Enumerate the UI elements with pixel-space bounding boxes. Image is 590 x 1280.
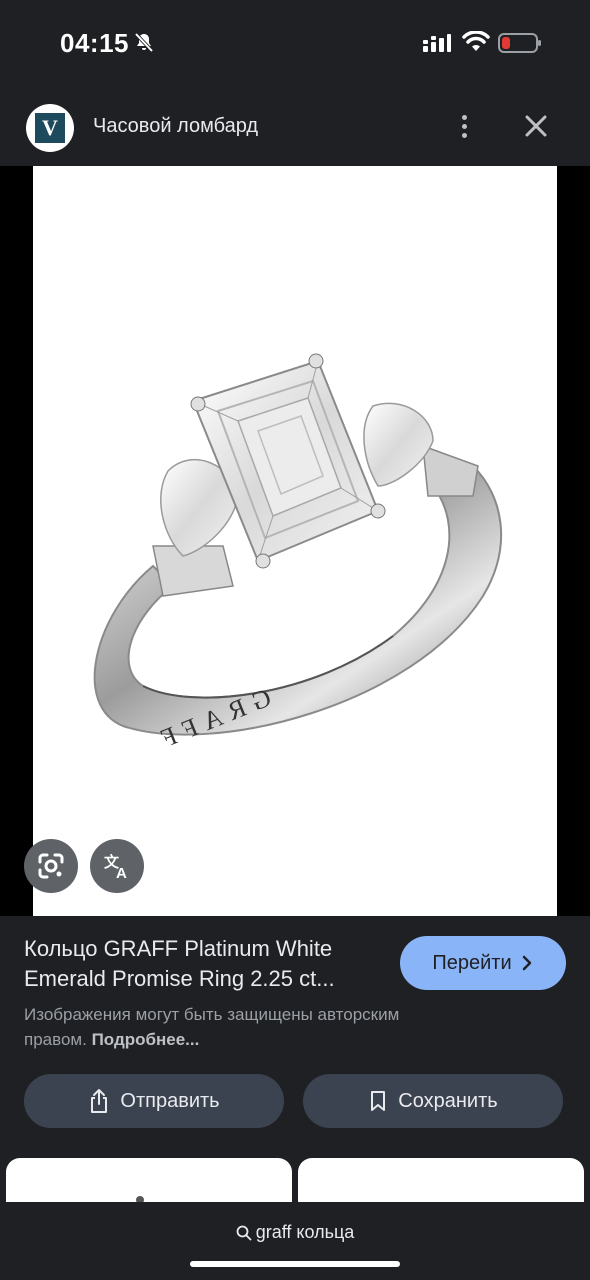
bell-slash-icon bbox=[134, 32, 154, 53]
related-image-card[interactable] bbox=[298, 1158, 584, 1208]
wifi-icon bbox=[462, 31, 490, 51]
go-to-site-button[interactable]: Перейти bbox=[400, 936, 566, 990]
share-icon bbox=[91, 1089, 108, 1113]
bottom-search-bar: graff кольца bbox=[0, 1202, 590, 1280]
viewer-header: V Часовой ломбард bbox=[0, 88, 590, 166]
share-button[interactable]: Отправить bbox=[24, 1074, 284, 1128]
copyright-text: Изображения могут быть защищены авторски… bbox=[24, 1005, 400, 1049]
svg-text:A: A bbox=[116, 865, 127, 881]
go-to-site-label: Перейти bbox=[432, 951, 512, 974]
signal-icon bbox=[423, 34, 451, 52]
search-query-button[interactable]: graff кольца bbox=[0, 1222, 590, 1243]
google-lens-icon bbox=[38, 853, 64, 879]
save-button[interactable]: Сохранить bbox=[303, 1074, 563, 1128]
home-indicator[interactable] bbox=[190, 1261, 400, 1267]
site-name[interactable]: Часовой ломбард bbox=[93, 115, 258, 138]
search-icon bbox=[236, 1225, 252, 1240]
site-logo[interactable]: V bbox=[26, 104, 74, 152]
copyright-notice: Изображения могут быть защищены авторски… bbox=[24, 1002, 444, 1052]
related-image-card[interactable] bbox=[6, 1158, 292, 1208]
search-query-text: graff кольца bbox=[255, 1222, 355, 1242]
more-info-link[interactable]: Подробнее... bbox=[92, 1030, 200, 1049]
translate-icon: 文 A bbox=[104, 853, 127, 881]
more-vert-icon[interactable] bbox=[450, 108, 478, 144]
chevron-right-icon bbox=[522, 955, 531, 971]
google-lens-button[interactable] bbox=[24, 839, 78, 893]
status-time: 04:15 bbox=[60, 28, 129, 58]
close-icon[interactable] bbox=[520, 110, 552, 142]
ring-illustration: GRAFF bbox=[93, 353, 503, 756]
image-preview-area[interactable]: GRAFF 文 A bbox=[0, 166, 590, 916]
status-bar: 04:15 bbox=[0, 0, 590, 88]
site-logo-letter: V bbox=[35, 113, 65, 143]
related-image-thumb bbox=[136, 1196, 144, 1204]
save-label: Сохранить bbox=[398, 1089, 498, 1112]
bookmark-icon bbox=[371, 1091, 386, 1111]
ring-image[interactable]: GRAFF bbox=[33, 166, 557, 916]
share-label: Отправить bbox=[120, 1089, 220, 1112]
battery-icon bbox=[498, 33, 541, 53]
translate-button[interactable]: 文 A bbox=[90, 839, 144, 893]
result-title[interactable]: Кольцо GRAFF Platinum White Emerald Prom… bbox=[24, 934, 384, 994]
